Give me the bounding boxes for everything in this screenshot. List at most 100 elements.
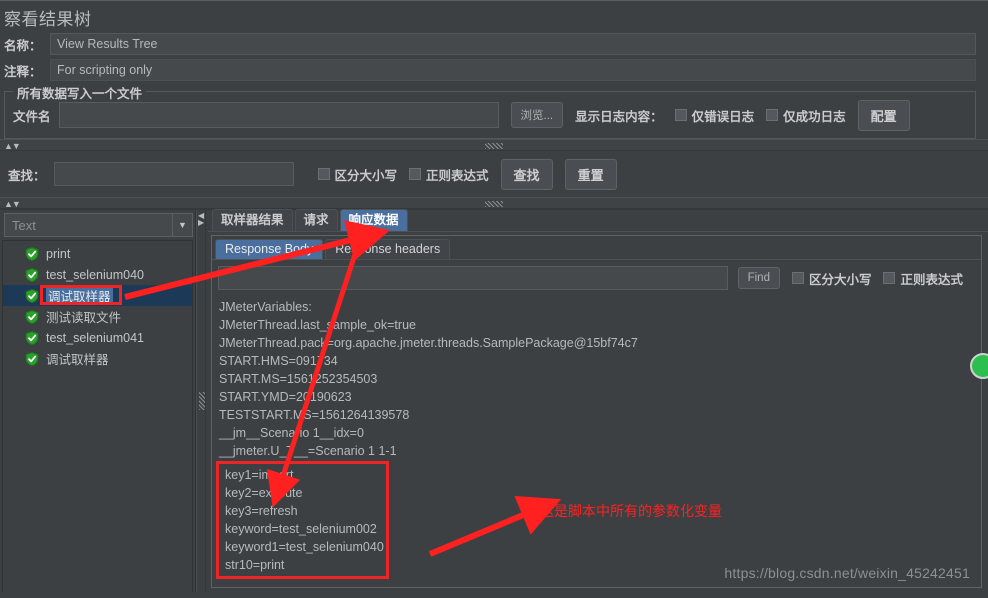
result-tabs[interactable]: 取样器结果 请求 响应数据 [208,209,988,232]
search-case-sensitive-wrap[interactable]: 区分大小写 [317,165,398,184]
subtab-0[interactable]: Response Body [215,239,324,259]
tree-item-label: 调试取样器 [46,353,109,367]
highlighted-response-line: str10=print [225,558,285,572]
shield-check-icon [25,351,39,366]
splitter-middle-arrows-icon[interactable]: ▲▼ [4,199,21,209]
comment-row: 注释： [4,57,976,83]
tree-item[interactable]: 调试取样器 [3,285,192,306]
configure-button[interactable]: 配置 [857,99,910,131]
splitter-top[interactable]: ▲▼ [0,139,988,151]
response-text-lines: JMeterVariables: JMeterThread.last_sample… [216,298,981,460]
highlighted-response-line: keyword=test_selenium002 [225,522,377,536]
comment-label: 注释： [4,64,42,79]
reset-search-button[interactable]: 重置 [564,158,617,190]
main-split: Text ▼ print test_selenium040 调试取样器 测试读取文件 t… [0,209,988,592]
subtab-1[interactable]: Response headers [325,239,451,259]
search-regex-label: 正则表达式 [426,168,489,183]
tree-item[interactable]: print [3,243,192,264]
errors-only-label: 仅错误日志 [691,109,755,124]
tree-item-label: 测试读取文件 [46,311,122,325]
result-detail-pane: 取样器结果 请求 响应数据 Response Body Response header… [206,209,988,592]
results-tree-list[interactable]: print test_selenium040 调试取样器 测试读取文件 test_sel… [2,240,193,592]
response-line: __jm__Scenario 1__idx=0 [219,426,364,440]
response-line: START.HMS=091734 [219,354,338,368]
tree-item[interactable]: 调试取样器 [3,348,192,369]
response-data-panel: Response Body Response headers Find 区分大小写… [211,235,982,588]
errors-only-checkbox[interactable] [674,109,687,121]
filename-input[interactable] [58,102,499,128]
search-regex-wrap[interactable]: 正则表达式 [409,165,489,184]
response-find-row: Find 区分大小写 正则表达式 [212,259,981,294]
success-only-checkbox-wrap[interactable]: 仅成功日志 [766,106,846,125]
response-line: JMeterVariables: [219,300,312,314]
page-title: 察看结果树 [4,10,92,29]
filename-label: 文件名 [13,109,51,124]
highlighted-response-line: key1=import [225,468,294,482]
view-results-tree-window: 察看结果树 名称： 注释： 所有数据写入一个文件 文件名 浏览... 显示日志内… [0,0,988,598]
shield-check-icon [25,309,39,324]
response-case-sensitive-label: 区分大小写 [808,272,872,287]
response-body-content[interactable]: JMeterVariables: JMeterThread.last_sample… [212,294,981,587]
chevron-down-icon[interactable]: ▼ [172,214,192,236]
highlighted-response-line: key2=execute [225,486,303,500]
name-label: 名称： [4,38,42,53]
find-button[interactable]: Find [737,267,780,289]
search-input[interactable] [53,162,294,186]
response-line: JMeterThread.last_sample_ok=true [219,318,416,332]
renderer-combo-row: Text ▼ [0,210,195,240]
browse-button[interactable]: 浏览... [510,102,564,128]
errors-only-checkbox-wrap[interactable]: 仅错误日志 [674,106,755,125]
splitter-middle[interactable]: ▲▼ [0,197,988,209]
response-line: __jmeter.U_T__=Scenario 1 1-1 [219,444,397,458]
find-search-button[interactable]: 查找 [500,158,553,190]
highlighted-variable-lines: key1=import key2=execute key3=refresh keywo… [222,466,384,574]
vertical-splitter-grip-icon[interactable] [199,392,205,410]
renderer-combo-value: Text [12,217,36,233]
tab-1[interactable]: 请求 [294,209,338,231]
response-find-input[interactable] [218,266,728,290]
tab-2[interactable]: 响应数据 [339,209,408,231]
shield-check-icon [25,330,39,345]
highlighted-response-line: keyword1=test_selenium040 [225,540,384,554]
response-case-sensitive-wrap[interactable]: 区分大小写 [791,269,872,288]
write-all-data-groupbox: 所有数据写入一个文件 文件名 浏览... 显示日志内容： 仅错误日志 仅成功日志… [4,83,976,139]
search-row: 查找： 区分大小写 正则表达式 查找 重置 [0,151,988,197]
tree-item-label: print [46,246,71,261]
splitter-grip-icon[interactable] [485,143,503,149]
response-subtabs[interactable]: Response Body Response headers [212,238,981,259]
splitter-arrows-icon[interactable]: ▲▼ [4,141,21,151]
search-label: 查找： [8,168,46,183]
response-line: START.MS=1561252354503 [219,372,378,386]
search-case-sensitive-checkbox[interactable] [317,168,330,180]
shield-check-icon [25,267,39,282]
response-case-sensitive-checkbox[interactable] [791,272,804,284]
splitter-middle-grip-icon[interactable] [485,201,503,207]
tree-item-label: test_selenium041 [46,330,144,345]
response-regex-checkbox[interactable] [883,272,896,284]
search-regex-checkbox[interactable] [409,168,422,180]
response-line: JMeterThread.pack=org.apache.jmeter.thre… [219,336,638,350]
tree-item[interactable]: test_selenium040 [3,264,192,285]
vertical-splitter[interactable]: ◀ ▶ [196,210,206,592]
highlighted-response-line: key3=refresh [225,504,298,518]
comment-input[interactable] [50,59,976,81]
renderer-combo[interactable]: Text ▼ [4,213,193,237]
results-tree-pane: Text ▼ print test_selenium040 调试取样器 测试读取文件 t… [0,210,196,592]
shield-check-icon [25,288,39,303]
response-regex-wrap[interactable]: 正则表达式 [883,269,963,288]
vertical-splitter-arrows-icon[interactable]: ◀ ▶ [198,212,204,227]
tree-item[interactable]: 测试读取文件 [3,306,192,327]
tab-0[interactable]: 取样器结果 [212,209,293,231]
tree-item[interactable]: test_selenium041 [3,327,192,348]
response-line: TESTSTART.MS=1561264139578 [219,408,410,422]
name-row: 名称： [4,31,976,57]
shield-check-icon [25,246,39,261]
log-content-label: 显示日志内容： [575,109,663,124]
groupbox-title: 所有数据写入一个文件 [13,83,147,102]
name-input[interactable] [50,33,976,55]
response-regex-label: 正则表达式 [900,272,963,287]
search-case-sensitive-label: 区分大小写 [334,168,398,183]
tree-item-label: test_selenium040 [46,267,144,282]
success-only-checkbox[interactable] [766,109,779,121]
response-line: START.YMD=20190623 [219,390,352,404]
